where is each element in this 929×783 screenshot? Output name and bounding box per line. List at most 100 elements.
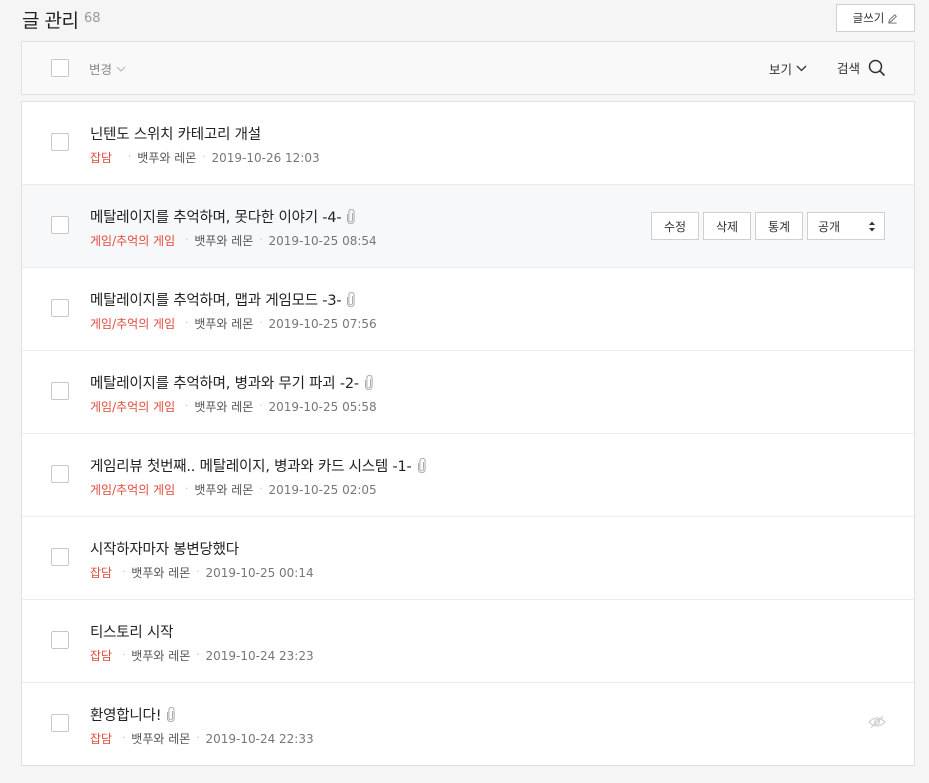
meta-separator: · [122,650,126,661]
post-category[interactable]: 게임/추억의 게임 [90,232,175,249]
post-date: 2019-10-24 22:33 [205,731,314,746]
post-title: 게임리뷰 첫번째.. 메탈레이지, 병과와 카드 시스템 -1- [90,459,412,475]
post-author: 뱃푸와 레몬 [194,400,254,414]
post-title: 메탈레이지를 추억하며, 맵과 게임모드 -3- [90,293,342,309]
post-author: 뱃푸와 레몬 [137,151,197,165]
post-title: 티스토리 시작 [90,625,174,641]
post-row: 메탈레이지를 추억하며, 병과와 무기 파괴 -2- 게임/추억의 게임 · 뱃… [22,351,914,434]
meta-separator: · [259,401,263,412]
post-meta: 게임/추억의 게임 · 뱃푸와 레몬 · 2019-10-25 05:58 [90,398,377,415]
stats-button[interactable]: 통계 [755,212,803,240]
meta-separator: · [259,318,263,329]
post-meta: 게임/추억의 게임 · 뱃푸와 레몬 · 2019-10-25 08:54 [90,232,377,249]
post-row: 닌텐도 스위치 카테고리 개설 잡담 · 뱃푸와 레몬 · 2019-10-26… [22,102,914,185]
post-date: 2019-10-25 08:54 [268,233,377,248]
post-date: 2019-10-25 00:14 [205,565,314,580]
post-title: 시작하자마자 봉변당했다 [90,542,239,558]
post-author: 뱃푸와 레몬 [131,566,191,580]
write-button-label: 글쓰기 [852,11,885,25]
select-all-checkbox[interactable] [51,59,69,77]
meta-separator: · [202,152,206,163]
post-checkbox[interactable] [51,216,69,234]
change-dropdown-label: 변경 [89,62,113,77]
post-meta: 잡담 · 뱃푸와 레몬 · 2019-10-26 12:03 [90,149,320,166]
post-row: 메탈레이지를 추억하며, 맵과 게임모드 -3- 게임/추억의 게임 · 뱃푸와… [22,268,914,351]
search-button[interactable]: 검색 [837,58,886,77]
row-actions: 수정 삭제 통계 공개 [651,212,885,240]
post-row: 메탈레이지를 추억하며, 못다한 이야기 -4- 게임/추억의 게임 · 뱃푸와… [22,185,914,268]
meta-separator: · [122,733,126,744]
post-checkbox[interactable] [51,631,69,649]
page-title: 글 관리 [22,10,79,32]
post-date: 2019-10-26 12:03 [211,150,320,165]
post-title: 환영합니다! [90,708,162,724]
post-author: 뱃푸와 레몬 [194,483,254,497]
post-category[interactable]: 잡담 [90,730,112,747]
pencil-icon [888,13,898,23]
post-author: 뱃푸와 레몬 [131,732,191,746]
post-title-link[interactable]: 시작하자마자 봉변당했다 [90,538,239,559]
post-title-link[interactable]: 메탈레이지를 추억하며, 병과와 무기 파괴 -2- [90,372,374,393]
post-category[interactable]: 잡담 [90,149,112,166]
chevron-down-icon [796,65,807,72]
post-category[interactable]: 게임/추억의 게임 [90,398,175,415]
post-title-link[interactable]: 게임리뷰 첫번째.. 메탈레이지, 병과와 카드 시스템 -1- [90,455,427,476]
meta-separator: · [122,567,126,578]
search-button-label: 검색 [836,61,860,76]
meta-separator: · [196,567,200,578]
delete-button[interactable]: 삭제 [703,212,751,240]
meta-separator: · [259,484,263,495]
post-category[interactable]: 잡담 [90,647,112,664]
post-meta: 잡담 · 뱃푸와 레몬 · 2019-10-24 23:23 [90,647,314,664]
post-count: 68 [84,11,101,26]
paperclip-icon [364,375,373,390]
list-toolbar: 변경 보기 검색 [21,41,915,95]
post-category[interactable]: 게임/추억의 게임 [90,315,175,332]
search-icon [868,59,886,76]
post-row: 시작하자마자 봉변당했다 잡담 · 뱃푸와 레몬 · 2019-10-25 00… [22,517,914,600]
post-date: 2019-10-25 02:05 [268,482,377,497]
paperclip-icon [347,292,355,307]
meta-separator: · [185,318,189,329]
eye-slash-icon[interactable] [868,715,886,729]
paperclip-icon [417,458,426,473]
post-category[interactable]: 잡담 [90,564,112,581]
post-row: 티스토리 시작 잡담 · 뱃푸와 레몬 · 2019-10-24 23:23 [22,600,914,683]
post-author: 뱃푸와 레몬 [194,317,254,331]
change-dropdown[interactable]: 변경 [89,59,126,78]
paperclip-icon [167,707,175,722]
meta-separator: · [196,650,200,661]
post-checkbox[interactable] [51,548,69,566]
meta-separator: · [259,235,263,246]
post-title-link[interactable]: 환영합니다! [90,704,176,725]
post-title-link[interactable]: 메탈레이지를 추억하며, 못다한 이야기 -4- [90,206,356,227]
view-dropdown-label: 보기 [768,62,792,77]
view-dropdown[interactable]: 보기 [769,59,807,78]
post-checkbox[interactable] [51,133,69,151]
page-header: 글 관리 68 글쓰기 [22,4,915,34]
post-date: 2019-10-24 23:23 [205,648,314,663]
post-checkbox[interactable] [51,382,69,400]
post-meta: 잡담 · 뱃푸와 레몬 · 2019-10-24 22:33 [90,730,314,747]
post-title-link[interactable]: 메탈레이지를 추억하며, 맵과 게임모드 -3- [90,289,356,310]
meta-separator: · [128,152,132,163]
post-row: 환영합니다! 잡담 · 뱃푸와 레몬 · 2019-10-24 22:33 [22,683,914,766]
post-meta: 잡담 · 뱃푸와 레몬 · 2019-10-25 00:14 [90,564,314,581]
post-list: 닌텐도 스위치 카테고리 개설 잡담 · 뱃푸와 레몬 · 2019-10-26… [21,101,915,766]
post-date: 2019-10-25 07:56 [268,316,377,331]
post-checkbox[interactable] [51,299,69,317]
post-row: 게임리뷰 첫번째.. 메탈레이지, 병과와 카드 시스템 -1- 게임/추억의 … [22,434,914,517]
edit-button[interactable]: 수정 [651,212,699,240]
write-button[interactable]: 글쓰기 [836,4,915,32]
visibility-select[interactable]: 공개 [807,212,885,240]
post-category[interactable]: 게임/추억의 게임 [90,481,175,498]
post-date: 2019-10-25 05:58 [268,399,377,414]
post-checkbox[interactable] [51,714,69,732]
post-checkbox[interactable] [51,465,69,483]
post-title: 메탈레이지를 추억하며, 병과와 무기 파괴 -2- [90,376,359,392]
post-title-link[interactable]: 티스토리 시작 [90,621,173,642]
post-author: 뱃푸와 레몬 [194,234,254,248]
post-title-link[interactable]: 닌텐도 스위치 카테고리 개설 [90,123,261,144]
post-meta: 게임/추억의 게임 · 뱃푸와 레몬 · 2019-10-25 07:56 [90,315,377,332]
meta-separator: · [185,235,189,246]
